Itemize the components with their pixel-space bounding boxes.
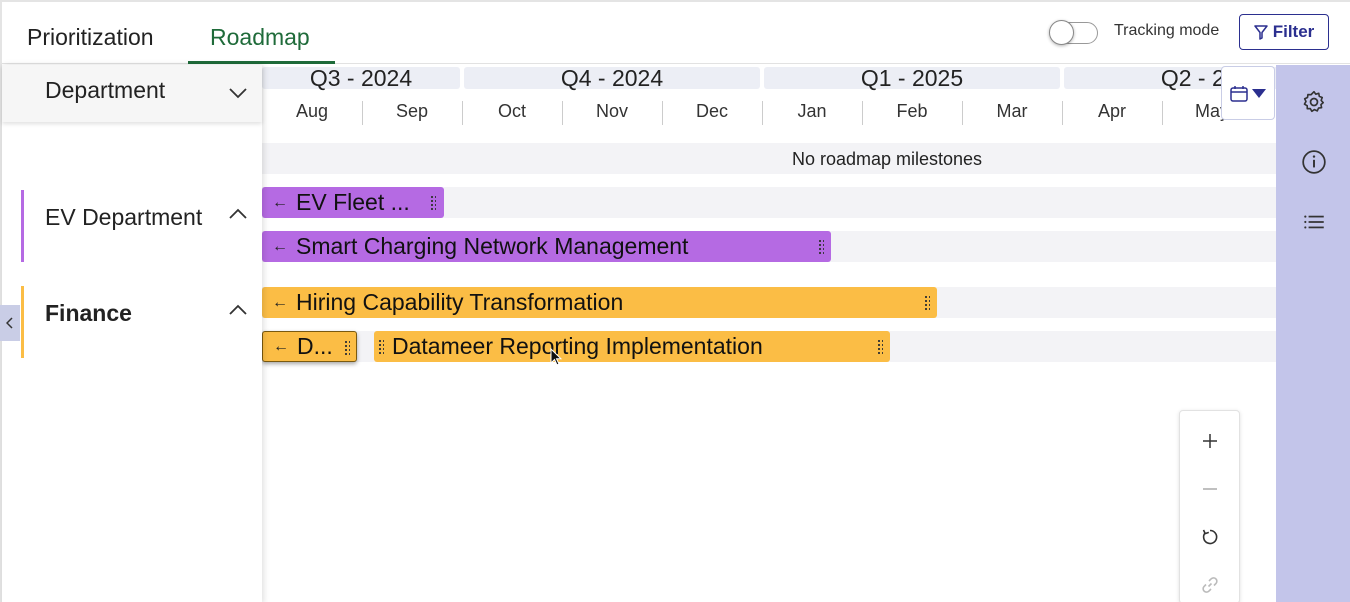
- top-bar: Prioritization Roadmap Tracking mode Fil…: [2, 2, 1350, 64]
- group-finance: Finance: [21, 286, 262, 358]
- group-by-label: Department: [45, 77, 166, 103]
- tab-prioritization[interactable]: Prioritization: [27, 24, 154, 51]
- plus-icon: [1203, 434, 1217, 448]
- caret-down-icon: [1252, 88, 1266, 98]
- item-label: Hiring Capability Transformation: [296, 289, 624, 315]
- roadmap-item-bar[interactable]: ← D...: [262, 331, 357, 362]
- milestones-empty-text: No roadmap milestones: [791, 149, 983, 169]
- month-label: Aug: [295, 101, 329, 121]
- zoom-controls: [1179, 410, 1240, 602]
- toggle-knob: [1049, 20, 1074, 45]
- drag-handle-icon[interactable]: [924, 295, 930, 310]
- item-label: Datameer Reporting Implementation: [392, 333, 763, 359]
- chevron-down-icon: [229, 88, 247, 99]
- chevron-left-icon: [6, 317, 13, 329]
- group-ev-department: EV Department: [21, 190, 262, 262]
- filter-icon: [1253, 24, 1268, 40]
- filter-label: Filter: [1272, 22, 1315, 41]
- drag-handle-icon[interactable]: [818, 239, 824, 254]
- chevron-up-icon[interactable]: [228, 304, 248, 316]
- month-label: Feb: [896, 101, 928, 121]
- right-sidebar: [1276, 65, 1350, 602]
- left-arrow-icon: ←: [273, 337, 289, 355]
- info-icon[interactable]: [1301, 149, 1327, 175]
- roadmap-timeline: Q3 - 2024 Q4 - 2024 Q1 - 2025 Q2 - 2025 …: [262, 65, 1276, 602]
- roadmap-app: Prioritization Roadmap Tracking mode Fil…: [0, 0, 1350, 602]
- gear-icon[interactable]: [1301, 89, 1327, 115]
- month-label: Jan: [797, 101, 827, 121]
- minus-icon: [1203, 488, 1217, 490]
- group-color-bar: [21, 190, 24, 262]
- roadmap-item-bar[interactable]: ← EV Fleet ...: [262, 187, 444, 218]
- reset-zoom-button[interactable]: [1198, 525, 1222, 549]
- month-label: Mar: [996, 101, 1028, 121]
- group-name: Finance: [45, 300, 132, 326]
- group-name: EV Department: [45, 204, 203, 230]
- month-label: Dec: [695, 101, 728, 121]
- quarter-header: Q1 - 2025: [764, 67, 1060, 90]
- month-label: Oct: [497, 101, 526, 121]
- chevron-up-icon[interactable]: [228, 208, 248, 220]
- quarter-header: Q3 - 2024: [262, 67, 460, 90]
- filter-button[interactable]: Filter: [1239, 14, 1329, 50]
- left-arrow-icon: ←: [272, 193, 288, 211]
- quarter-header: Q4 - 2024: [464, 67, 760, 90]
- link-icon: [1202, 577, 1218, 593]
- left-arrow-icon: ←: [272, 293, 288, 311]
- drag-handle-icon[interactable]: [430, 195, 436, 210]
- group-color-bar: [21, 286, 24, 358]
- tab-roadmap[interactable]: Roadmap: [210, 24, 310, 51]
- roadmap-item-bar[interactable]: ← Smart Charging Network Management: [262, 231, 831, 262]
- group-panel: Department EV Department Finance: [2, 65, 262, 602]
- calendar-view-button[interactable]: [1221, 66, 1275, 120]
- calendar-icon: [1230, 85, 1248, 102]
- drag-handle-icon[interactable]: [877, 339, 883, 354]
- roadmap-item-bar[interactable]: Datameer Reporting Implementation: [374, 331, 890, 362]
- drag-handle-icon[interactable]: [378, 339, 384, 354]
- collapse-panel-button[interactable]: [0, 305, 20, 341]
- mouse-cursor-icon: [550, 348, 562, 366]
- month-label: Nov: [595, 101, 628, 121]
- active-tab-indicator: [188, 61, 335, 64]
- item-label: EV Fleet ...: [296, 189, 410, 215]
- drag-handle-icon[interactable]: [344, 340, 350, 355]
- tracking-mode-toggle[interactable]: [1049, 20, 1098, 45]
- item-label: D...: [297, 333, 333, 359]
- left-arrow-icon: ←: [272, 237, 288, 255]
- month-label: Sep: [395, 101, 429, 121]
- tracking-mode-label: Tracking mode: [1114, 22, 1220, 39]
- zoom-out-button[interactable]: [1198, 477, 1222, 501]
- item-label: Smart Charging Network Management: [296, 233, 689, 259]
- group-by-select[interactable]: Department: [2, 65, 262, 122]
- month-label: Apr: [1097, 101, 1126, 121]
- reset-icon: [1202, 529, 1218, 545]
- roadmap-item-bar[interactable]: ← Hiring Capability Transformation: [262, 287, 937, 318]
- copy-link-button[interactable]: [1198, 573, 1222, 597]
- zoom-in-button[interactable]: [1198, 429, 1222, 453]
- list-icon[interactable]: [1301, 209, 1327, 235]
